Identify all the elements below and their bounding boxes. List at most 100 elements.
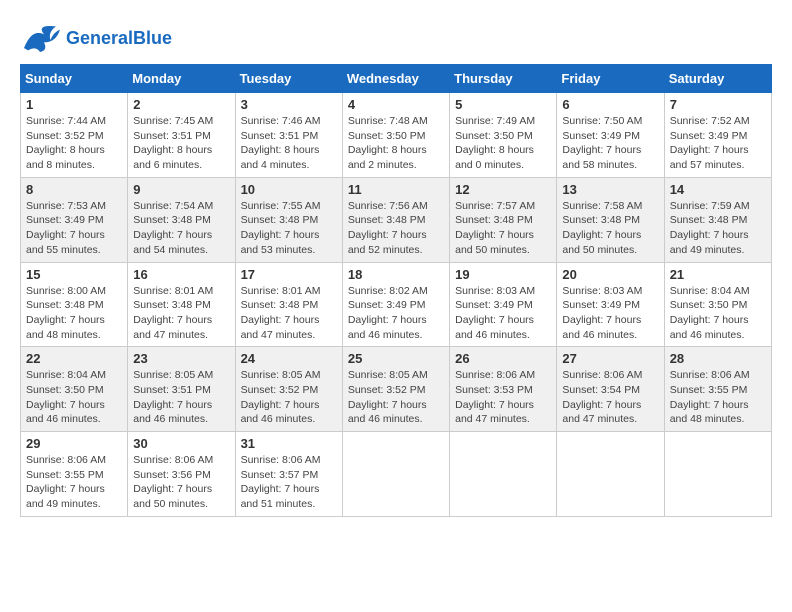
day-cell-29: 29 Sunrise: 8:06 AM Sunset: 3:55 PM Dayl… [21,432,128,517]
sunrise-label: Sunrise: 8:06 AM [455,369,535,381]
sunset-label: Sunset: 3:48 PM [26,299,104,311]
sunrise-label: Sunrise: 8:03 AM [455,285,535,297]
day-info: Sunrise: 8:06 AM Sunset: 3:55 PM Dayligh… [670,368,766,427]
day-number: 9 [133,182,229,197]
daylight-label: Daylight: 8 hours and 2 minutes. [348,144,427,171]
day-number: 25 [348,351,444,366]
day-cell-16: 16 Sunrise: 8:01 AM Sunset: 3:48 PM Dayl… [128,262,235,347]
sunrise-label: Sunrise: 8:01 AM [241,285,321,297]
sunset-label: Sunset: 3:51 PM [241,130,319,142]
column-header-monday: Monday [128,65,235,93]
week-row-5: 29 Sunrise: 8:06 AM Sunset: 3:55 PM Dayl… [21,432,772,517]
sunset-label: Sunset: 3:48 PM [670,214,748,226]
day-number: 27 [562,351,658,366]
sunset-label: Sunset: 3:49 PM [26,214,104,226]
week-row-4: 22 Sunrise: 8:04 AM Sunset: 3:50 PM Dayl… [21,347,772,432]
day-cell-3: 3 Sunrise: 7:46 AM Sunset: 3:51 PM Dayli… [235,93,342,178]
logo: GeneralBlue [20,20,172,56]
sunset-label: Sunset: 3:55 PM [670,384,748,396]
day-number: 24 [241,351,337,366]
logo-text: GeneralBlue [66,28,172,49]
sunset-label: Sunset: 3:52 PM [26,130,104,142]
day-info: Sunrise: 8:02 AM Sunset: 3:49 PM Dayligh… [348,284,444,343]
sunrise-label: Sunrise: 8:05 AM [348,369,428,381]
day-info: Sunrise: 7:50 AM Sunset: 3:49 PM Dayligh… [562,114,658,173]
sunrise-label: Sunrise: 7:58 AM [562,200,642,212]
sunrise-label: Sunrise: 8:05 AM [241,369,321,381]
sunset-label: Sunset: 3:49 PM [562,130,640,142]
sunrise-label: Sunrise: 7:59 AM [670,200,750,212]
day-number: 26 [455,351,551,366]
day-cell-30: 30 Sunrise: 8:06 AM Sunset: 3:56 PM Dayl… [128,432,235,517]
logo-general: General [66,28,133,48]
daylight-label: Daylight: 7 hours and 47 minutes. [241,314,320,341]
sunset-label: Sunset: 3:49 PM [455,299,533,311]
daylight-label: Daylight: 7 hours and 50 minutes. [562,229,641,256]
day-cell-17: 17 Sunrise: 8:01 AM Sunset: 3:48 PM Dayl… [235,262,342,347]
day-number: 23 [133,351,229,366]
sunrise-label: Sunrise: 7:56 AM [348,200,428,212]
day-cell-8: 8 Sunrise: 7:53 AM Sunset: 3:49 PM Dayli… [21,177,128,262]
day-info: Sunrise: 8:03 AM Sunset: 3:49 PM Dayligh… [562,284,658,343]
daylight-label: Daylight: 7 hours and 58 minutes. [562,144,641,171]
day-number: 8 [26,182,122,197]
sunrise-label: Sunrise: 8:06 AM [26,454,106,466]
sunrise-label: Sunrise: 7:46 AM [241,115,321,127]
column-header-saturday: Saturday [664,65,771,93]
day-number: 14 [670,182,766,197]
day-cell-7: 7 Sunrise: 7:52 AM Sunset: 3:49 PM Dayli… [664,93,771,178]
day-info: Sunrise: 7:59 AM Sunset: 3:48 PM Dayligh… [670,199,766,258]
sunrise-label: Sunrise: 8:02 AM [348,285,428,297]
daylight-label: Daylight: 7 hours and 50 minutes. [133,483,212,510]
empty-cell [664,432,771,517]
day-info: Sunrise: 7:54 AM Sunset: 3:48 PM Dayligh… [133,199,229,258]
day-info: Sunrise: 7:58 AM Sunset: 3:48 PM Dayligh… [562,199,658,258]
day-cell-1: 1 Sunrise: 7:44 AM Sunset: 3:52 PM Dayli… [21,93,128,178]
day-info: Sunrise: 7:55 AM Sunset: 3:48 PM Dayligh… [241,199,337,258]
daylight-label: Daylight: 7 hours and 46 minutes. [455,314,534,341]
logo-icon [20,20,60,56]
calendar-header-row: SundayMondayTuesdayWednesdayThursdayFrid… [21,65,772,93]
page-header: GeneralBlue [20,20,772,56]
daylight-label: Daylight: 7 hours and 53 minutes. [241,229,320,256]
day-number: 12 [455,182,551,197]
week-row-2: 8 Sunrise: 7:53 AM Sunset: 3:49 PM Dayli… [21,177,772,262]
daylight-label: Daylight: 7 hours and 51 minutes. [241,483,320,510]
sunrise-label: Sunrise: 8:03 AM [562,285,642,297]
column-header-sunday: Sunday [21,65,128,93]
sunset-label: Sunset: 3:48 PM [455,214,533,226]
sunset-label: Sunset: 3:52 PM [348,384,426,396]
day-number: 29 [26,436,122,451]
day-info: Sunrise: 8:03 AM Sunset: 3:49 PM Dayligh… [455,284,551,343]
day-cell-27: 27 Sunrise: 8:06 AM Sunset: 3:54 PM Dayl… [557,347,664,432]
sunset-label: Sunset: 3:50 PM [455,130,533,142]
day-number: 18 [348,267,444,282]
day-info: Sunrise: 8:05 AM Sunset: 3:51 PM Dayligh… [133,368,229,427]
daylight-label: Daylight: 7 hours and 57 minutes. [670,144,749,171]
sunset-label: Sunset: 3:49 PM [562,299,640,311]
day-cell-10: 10 Sunrise: 7:55 AM Sunset: 3:48 PM Dayl… [235,177,342,262]
sunrise-label: Sunrise: 7:45 AM [133,115,213,127]
column-header-wednesday: Wednesday [342,65,449,93]
daylight-label: Daylight: 7 hours and 46 minutes. [241,399,320,426]
calendar-table: SundayMondayTuesdayWednesdayThursdayFrid… [20,64,772,517]
day-number: 3 [241,97,337,112]
week-row-3: 15 Sunrise: 8:00 AM Sunset: 3:48 PM Dayl… [21,262,772,347]
day-number: 15 [26,267,122,282]
daylight-label: Daylight: 7 hours and 52 minutes. [348,229,427,256]
day-cell-15: 15 Sunrise: 8:00 AM Sunset: 3:48 PM Dayl… [21,262,128,347]
day-info: Sunrise: 8:06 AM Sunset: 3:53 PM Dayligh… [455,368,551,427]
day-info: Sunrise: 7:52 AM Sunset: 3:49 PM Dayligh… [670,114,766,173]
day-number: 10 [241,182,337,197]
day-number: 21 [670,267,766,282]
sunset-label: Sunset: 3:48 PM [133,214,211,226]
day-info: Sunrise: 8:06 AM Sunset: 3:54 PM Dayligh… [562,368,658,427]
day-cell-23: 23 Sunrise: 8:05 AM Sunset: 3:51 PM Dayl… [128,347,235,432]
day-info: Sunrise: 8:06 AM Sunset: 3:57 PM Dayligh… [241,453,337,512]
day-info: Sunrise: 8:06 AM Sunset: 3:55 PM Dayligh… [26,453,122,512]
day-cell-14: 14 Sunrise: 7:59 AM Sunset: 3:48 PM Dayl… [664,177,771,262]
day-number: 16 [133,267,229,282]
day-info: Sunrise: 8:04 AM Sunset: 3:50 PM Dayligh… [670,284,766,343]
daylight-label: Daylight: 7 hours and 46 minutes. [562,314,641,341]
sunset-label: Sunset: 3:55 PM [26,469,104,481]
